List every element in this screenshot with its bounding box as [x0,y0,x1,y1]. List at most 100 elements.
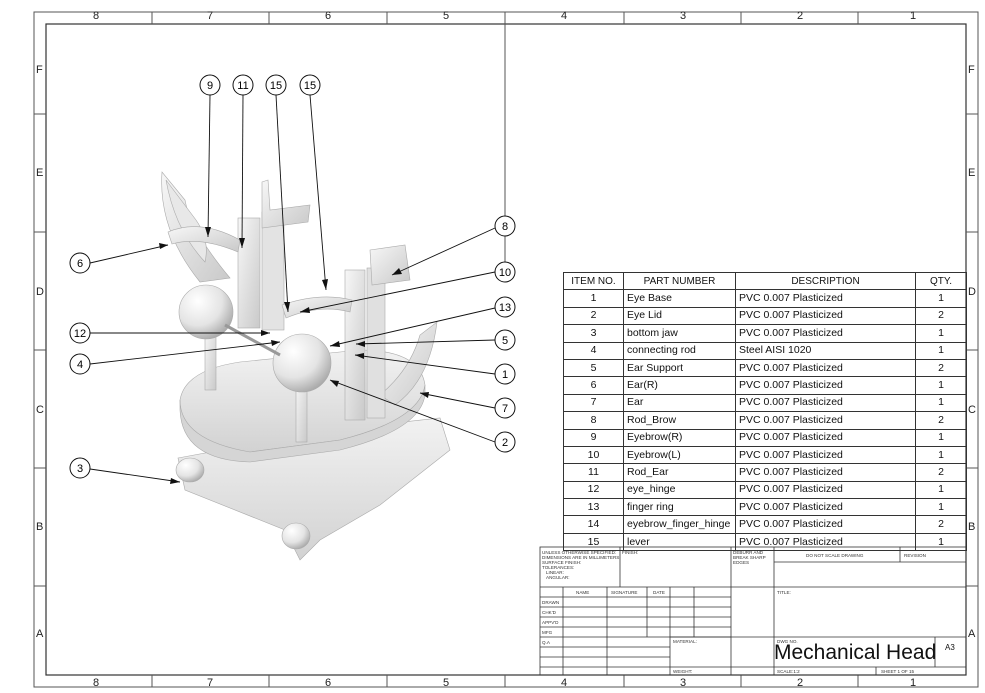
ear-support-left [237,217,261,329]
bom-item-no: 2 [563,306,624,326]
bom-item-no: 13 [563,498,624,517]
bom-description: PVC 0.007 Plasticized [735,515,916,534]
deburr-note: DEBURR AND BREAK SHARP EDGES [733,550,766,565]
bom-row: 5 Ear Support PVC 0.007 Plasticized 2 [563,358,967,378]
bom-part-number: Eyebrow(R) [623,428,736,447]
eye-sphere-left [178,284,234,340]
bom-qty: 2 [915,463,967,482]
bom-part-number: connecting rod [623,341,736,360]
balloon-label: 2 [502,437,508,449]
zone-row-label: F [36,64,43,76]
material-label: MATERIAL: [673,639,697,644]
bom-item-no: 15 [563,532,624,552]
role-checked: CHK'D [542,610,556,615]
revision-label: REVISION [904,553,926,558]
bom-item-no: 14 [563,515,624,534]
bom-qty: 2 [915,411,967,430]
balloon-label: 8 [502,221,508,233]
bom-header-row: ITEM NO. PART NUMBER DESCRIPTION QTY. [563,271,967,291]
bom-part-number: lever [623,532,736,552]
bom-item-no: 12 [563,480,624,500]
bom-description: PVC 0.007 Plasticized [735,289,916,308]
rod-brow-bracket-right [369,244,411,286]
zone-col-label: 2 [797,677,804,689]
bom-row: 14 eyebrow_finger_hinge PVC 0.007 Plastici… [563,515,967,534]
bom-qty: 1 [915,445,967,465]
bom-item-no: 1 [563,289,624,308]
balloon: 8 [494,215,516,237]
zone-col-label: 4 [561,10,568,22]
bom-qty: 1 [915,324,967,343]
bom-description: PVC 0.007 Plasticized [735,324,916,343]
zone-row-label: B [36,521,44,533]
balloon-label: 9 [207,80,213,92]
bom-row: 2 Eye Lid PVC 0.007 Plasticized 2 [563,306,967,326]
zone-col-label: 5 [443,10,450,22]
bom-description: PVC 0.007 Plasticized [735,532,916,552]
deburr-line: EDGES [733,560,750,565]
bom-header-part-number: PART NUMBER [623,271,736,291]
bill-of-materials-table: ITEM NO. PART NUMBER DESCRIPTION QTY. 1E… [563,271,967,552]
bom-description: PVC 0.007 Plasticized [735,306,916,326]
zone-col-label: 3 [680,10,687,22]
jaw-knob-right [281,522,311,550]
bom-qty: 1 [915,428,967,447]
bom-row: 13 finger ring PVC 0.007 Plasticized 1 [563,498,967,517]
bom-description: PVC 0.007 Plasticized [735,498,916,517]
weight-label: WEIGHT: [673,669,693,674]
bom-row: 10 Eyebrow(L) PVC 0.007 Plasticized 1 [563,445,967,465]
balloon-label: 15 [270,80,282,92]
tolerance-note: UNLESS OTHERWISE SPECIFIED: DIMENSIONS A… [542,550,619,580]
balloon: 3 [69,457,91,479]
bom-item-no: 10 [563,445,624,465]
bom-part-number: Eye Lid [623,306,736,326]
bom-description: PVC 0.007 Plasticized [735,445,916,465]
zone-col-label: 2 [797,10,804,22]
date-column-header: DATE [653,590,665,595]
zone-col-label: 1 [910,10,917,22]
zone-row-label: C [36,404,44,416]
role-approved: APPV'D [542,620,559,625]
bom-description: PVC 0.007 Plasticized [735,411,916,430]
balloon: 1 [494,363,516,385]
balloon-label: 12 [74,328,86,340]
bom-description: Steel AISI 1020 [735,341,916,360]
bom-item-no: 9 [563,428,624,447]
bom-row: 15 lever PVC 0.007 Plasticized 1 [563,532,967,552]
bom-body: 1 Eye Base PVC 0.007 Plasticized 1 2 Eye Lid P… [563,289,967,552]
bom-qty: 1 [915,532,967,552]
sheet-number: SHEET 1 OF 15 [881,669,915,674]
bom-part-number: bottom jaw [623,324,736,343]
zone-col-label: 8 [93,677,100,689]
zone-row-label: E [36,167,44,179]
title-label: TITLE: [777,590,791,595]
balloon-label: 10 [499,267,511,279]
balloon: 9 [199,74,221,96]
zone-row-label: D [968,286,976,298]
balloon-label: 3 [77,463,83,475]
zone-row-label: D [36,286,44,298]
eyebrow-left-shape [281,296,353,319]
mechanical-head-model [161,171,451,561]
bom-part-number: Ear Support [623,358,736,378]
bom-row: 9 Eyebrow(R) PVC 0.007 Plasticized 1 [563,428,967,447]
bom-description: PVC 0.007 Plasticized [735,376,916,395]
bom-qty: 2 [915,306,967,326]
bom-description: PVC 0.007 Plasticized [735,358,916,378]
zone-col-label: 6 [325,10,332,22]
bom-qty: 1 [915,341,967,360]
balloon: 13 [494,296,516,318]
bom-part-number: finger ring [623,498,736,517]
zone-row-label: F [968,64,975,76]
bom-description: PVC 0.007 Plasticized [735,480,916,500]
zone-row-label: C [968,404,976,416]
drawing-title: Mechanical Head [774,641,937,664]
zone-col-label: 7 [207,677,214,689]
balloon: 15 [299,74,321,96]
bom-part-number: Rod_Brow [623,411,736,430]
bom-qty: 1 [915,498,967,517]
bom-row: 11 Rod_Ear PVC 0.007 Plasticized 2 [563,463,967,482]
finish-label: FINISH: [622,550,639,555]
balloon-label: 15 [304,80,316,92]
balloon: 2 [494,431,516,453]
